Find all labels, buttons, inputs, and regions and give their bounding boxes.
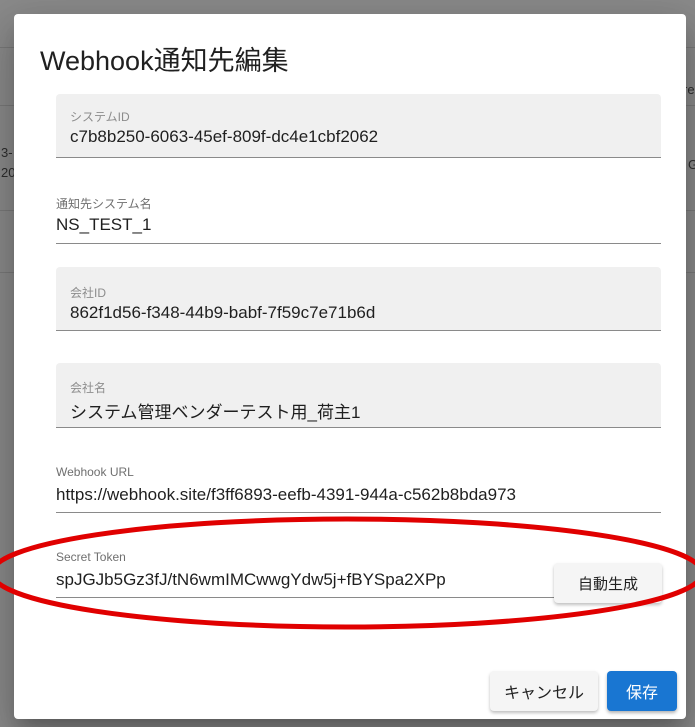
- secret-token-label: Secret Token: [56, 550, 126, 564]
- webhook-url-input[interactable]: https://webhook.site/f3ff6893-eefb-4391-…: [56, 485, 516, 505]
- dialog-title: Webhook通知先編集: [40, 46, 289, 76]
- secret-token-input[interactable]: spJGJb5Gz3fJ/tN6wmIMCwwgYdw5j+fBYSpa2XPp: [56, 570, 446, 590]
- secret-token-field[interactable]: Secret Token spJGJb5Gz3fJ/tN6wmIMCwwgYdw…: [56, 549, 560, 598]
- save-button[interactable]: 保存: [607, 671, 677, 711]
- system-name-label: 通知先システム名: [56, 197, 152, 211]
- system-id-field: システムID c7b8b250-6063-45ef-809f-dc4e1cbf2…: [56, 94, 661, 158]
- field-underline: [56, 330, 661, 331]
- webhook-url-field[interactable]: Webhook URL https://webhook.site/f3ff689…: [56, 464, 661, 513]
- webhook-url-label: Webhook URL: [56, 465, 134, 479]
- company-name-value: システム管理ベンダーテスト用_荷主1: [70, 403, 361, 422]
- company-name-field: 会社名 システム管理ベンダーテスト用_荷主1: [56, 363, 661, 428]
- system-name-input[interactable]: NS_TEST_1: [56, 215, 151, 235]
- system-id-value: c7b8b250-6063-45ef-809f-dc4e1cbf2062: [70, 127, 379, 146]
- company-id-label: 会社ID: [70, 286, 107, 300]
- company-id-field: 会社ID 862f1d56-f348-44b9-babf-7f59c7e71b6…: [56, 267, 661, 331]
- company-name-label: 会社名: [70, 381, 107, 395]
- webhook-edit-dialog: Webhook通知先編集 システムID c7b8b250-6063-45ef-8…: [14, 14, 686, 719]
- auto-generate-button[interactable]: 自動生成: [554, 563, 662, 603]
- field-underline: [56, 597, 560, 598]
- cancel-button[interactable]: キャンセル: [490, 671, 598, 711]
- field-underline: [56, 157, 661, 158]
- field-underline: [56, 512, 661, 513]
- system-id-label: システムID: [70, 110, 130, 124]
- field-underline: [56, 243, 661, 244]
- company-id-value: 862f1d56-f348-44b9-babf-7f59c7e71b6d: [70, 303, 376, 322]
- field-underline: [56, 427, 661, 428]
- system-name-field[interactable]: 通知先システム名 NS_TEST_1: [56, 194, 661, 244]
